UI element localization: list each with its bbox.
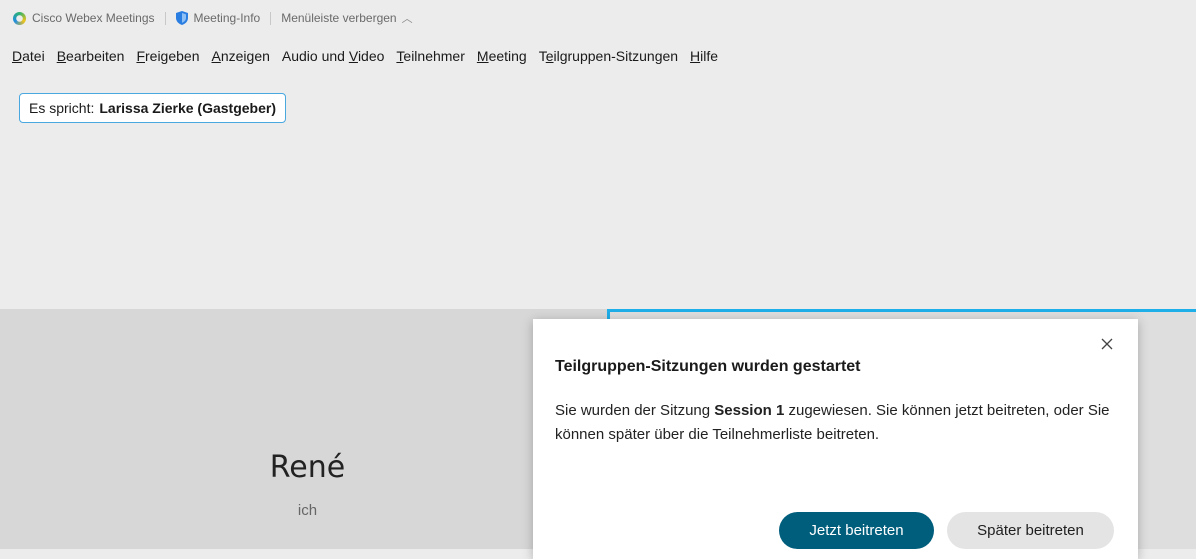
participant-name: René	[269, 450, 346, 485]
speaker-name: Larissa Zierke (Gastgeber)	[99, 100, 276, 116]
hide-menubar-label: Menüleiste verbergen	[281, 11, 397, 25]
menu-hilfe[interactable]: Hilfe	[690, 48, 718, 64]
menu-teilnehmer[interactable]: Teilnehmer	[396, 48, 464, 64]
join-later-button[interactable]: Später beitreten	[947, 512, 1114, 549]
join-now-button[interactable]: Jetzt beitreten	[779, 512, 934, 549]
menu-freigeben[interactable]: Freigeben	[136, 48, 199, 64]
menu-audio-video-accel: V	[348, 48, 358, 64]
menu-audio-video-label: ideo	[357, 48, 385, 64]
menu-teilgruppen-label: ilgruppen-Sitzungen	[553, 48, 679, 64]
webex-logo-icon	[13, 11, 26, 25]
menu-meeting[interactable]: Meeting	[477, 48, 527, 64]
close-button[interactable]	[1096, 333, 1118, 355]
menu-teilgruppen-pre: T	[538, 48, 546, 64]
chevron-up-icon: ︿	[401, 13, 413, 25]
active-tile-highlight	[607, 309, 1196, 312]
title-bar: Cisco Webex Meetings Meeting-Info Menüle…	[0, 0, 1196, 36]
menu-anzeigen-label: nzeigen	[220, 48, 270, 64]
divider	[164, 11, 166, 25]
menu-meeting-label: eeting	[488, 48, 527, 64]
dialog-message-prefix: Sie wurden der Sitzung	[555, 402, 715, 419]
app-name: Cisco Webex Meetings	[32, 11, 155, 25]
meeting-info-label: Meeting-Info	[193, 11, 261, 25]
menu-datei[interactable]: Datei	[12, 48, 45, 64]
close-icon	[1101, 338, 1113, 350]
menu-freigeben-accel: F	[136, 48, 145, 64]
menu-freigeben-label: reigeben	[145, 48, 200, 64]
menu-audio-video-pre: Audio und	[281, 48, 349, 64]
menu-meeting-accel: M	[476, 48, 489, 64]
hide-menubar-button[interactable]: Menüleiste verbergen ︿	[281, 10, 412, 26]
menu-bearbeiten-label: earbeiten	[66, 48, 125, 64]
menu-audio-video[interactable]: Audio und Video	[282, 48, 385, 64]
menu-hilfe-accel: H	[690, 48, 701, 64]
breakout-started-dialog: Teilgruppen-Sitzungen wurden gestartet S…	[533, 319, 1138, 559]
menu-bar: Datei Bearbeiten Freigeben Anzeigen Audi…	[0, 44, 718, 68]
speaker-label: Es spricht:	[29, 100, 95, 116]
meeting-info-button[interactable]: Meeting-Info	[175, 11, 261, 25]
menu-datei-accel: D	[12, 48, 23, 64]
menu-teilgruppen[interactable]: Teilgruppen-Sitzungen	[539, 48, 678, 64]
menu-hilfe-label: ilfe	[700, 48, 719, 64]
menu-bearbeiten[interactable]: Bearbeiten	[57, 48, 125, 64]
divider	[270, 11, 272, 25]
app-title: Cisco Webex Meetings	[0, 11, 155, 25]
menu-bearbeiten-accel: B	[56, 48, 67, 64]
menu-teilnehmer-label: eilnehmer	[403, 48, 465, 64]
menu-anzeigen-accel: A	[211, 48, 221, 64]
menu-teilgruppen-accel: e	[545, 48, 554, 64]
menu-anzeigen[interactable]: Anzeigen	[212, 48, 270, 64]
dialog-title: Teilgruppen-Sitzungen wurden gestartet	[555, 358, 861, 375]
menu-datei-label: atei	[22, 48, 45, 64]
shield-icon	[175, 11, 188, 25]
participant-subtitle: ich	[297, 502, 318, 519]
active-tile-highlight-edge	[607, 309, 610, 319]
dialog-message: Sie wurden der Sitzung Session 1 zugewie…	[555, 399, 1125, 447]
session-name: Session 1	[714, 402, 785, 419]
active-speaker-indicator: Es spricht: Larissa Zierke (Gastgeber)	[19, 93, 286, 123]
